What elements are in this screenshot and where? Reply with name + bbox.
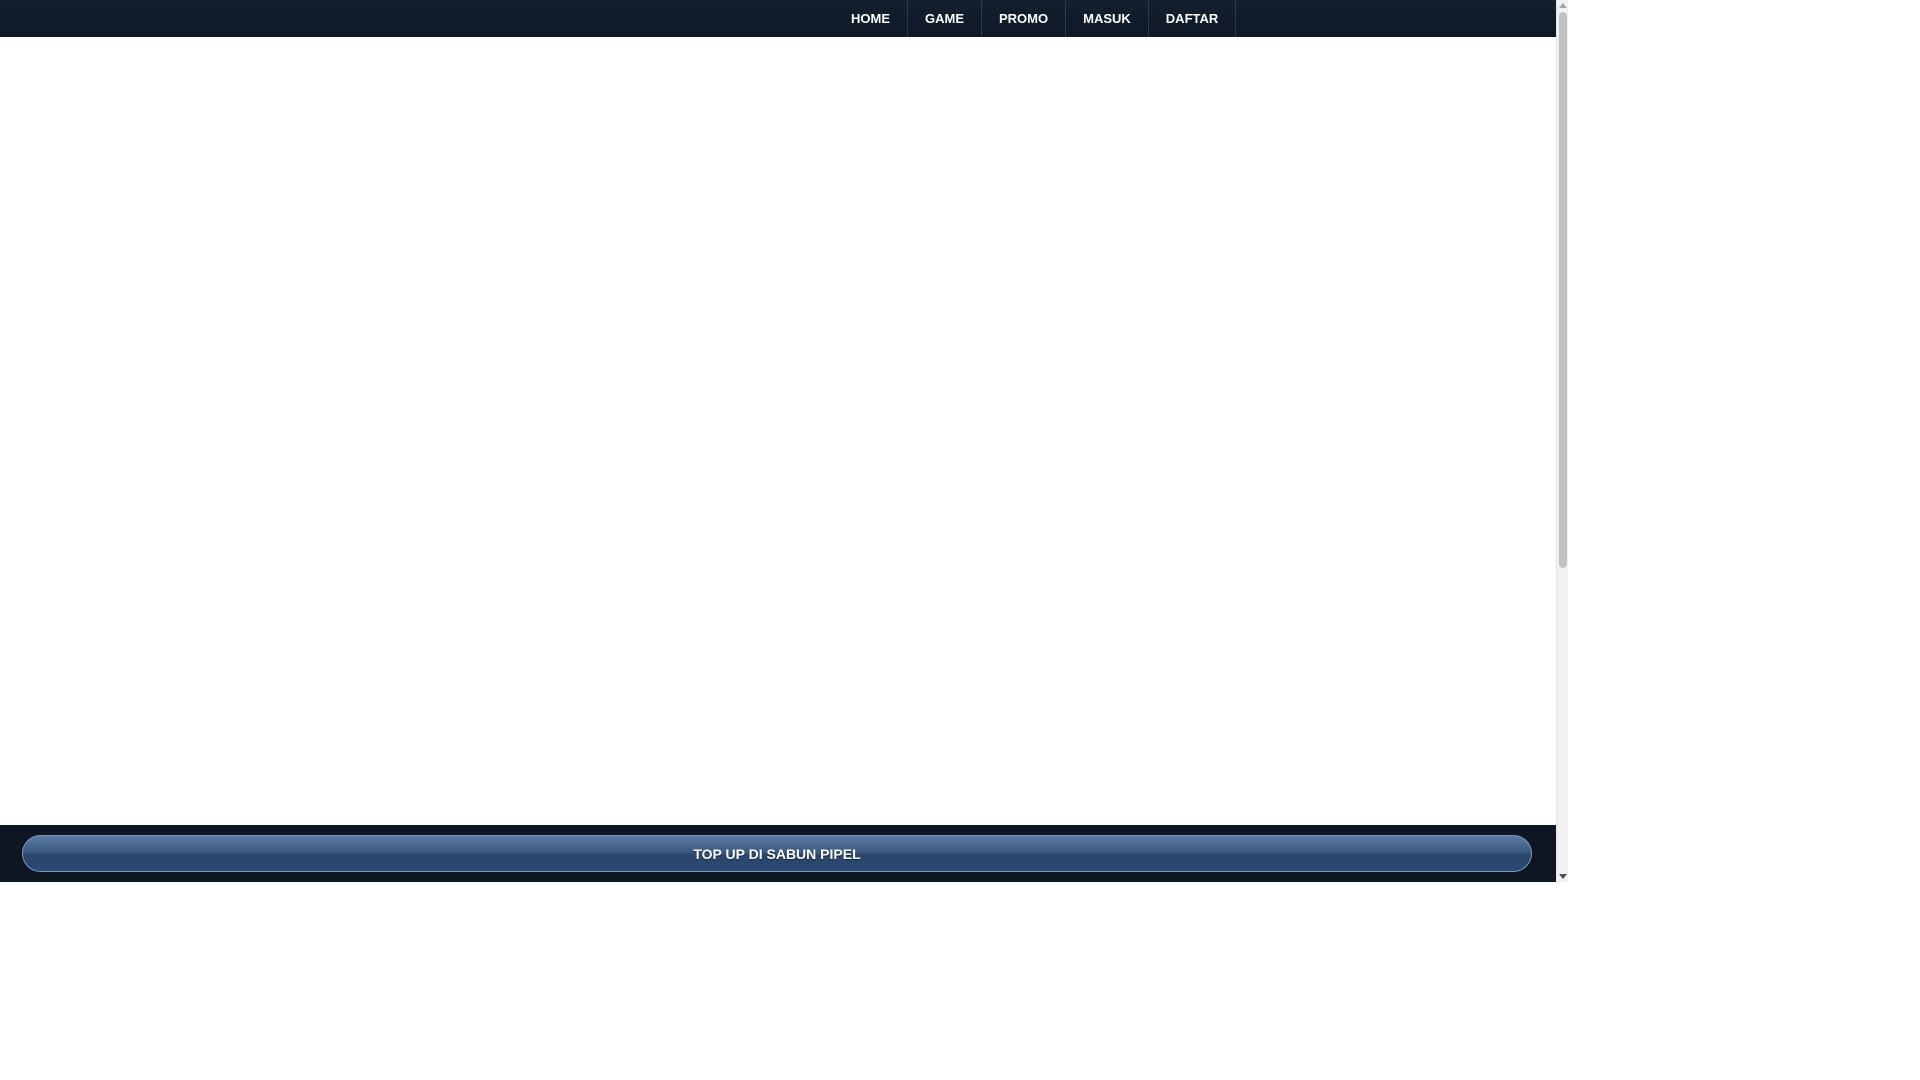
nav-item-promo[interactable]: PROMO	[982, 0, 1067, 37]
nav-item-game[interactable]: GAME	[908, 0, 982, 37]
nav-item-home[interactable]: HOME	[834, 0, 908, 37]
top-navigation-bar: HOME GAME PROMO MASUK DAFTAR	[0, 0, 1556, 37]
footer-bar: TOP UP DI SABUN PIPEL	[0, 825, 1556, 882]
nav-item-masuk[interactable]: MASUK	[1066, 0, 1149, 37]
top-up-button[interactable]: TOP UP DI SABUN PIPEL	[22, 835, 1532, 872]
main-nav: HOME GAME PROMO MASUK DAFTAR	[834, 0, 1237, 37]
chevron-up-icon[interactable]	[1559, 3, 1567, 8]
chevron-down-icon[interactable]	[1559, 874, 1567, 879]
nav-item-daftar[interactable]: DAFTAR	[1149, 0, 1237, 37]
vertical-scrollbar[interactable]	[1556, 0, 1568, 882]
main-content-area	[0, 37, 1556, 825]
scrollbar-thumb[interactable]	[1559, 12, 1567, 568]
page: HOME GAME PROMO MASUK DAFTAR TOP UP DI S…	[0, 0, 1568, 882]
